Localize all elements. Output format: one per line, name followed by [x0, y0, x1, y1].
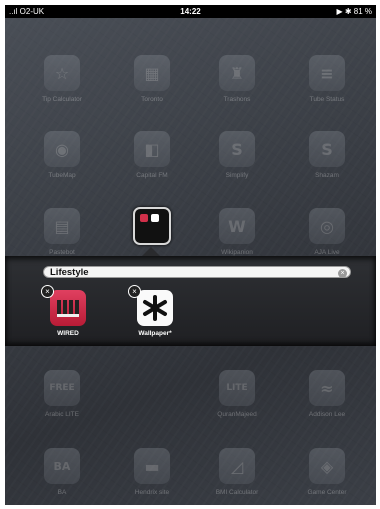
- simplify-icon: S: [219, 131, 255, 167]
- wired-icon: [50, 290, 86, 326]
- app-bmi-calculator[interactable]: ◿ BMI Calculator: [205, 448, 269, 496]
- game-center-icon: ◈: [309, 448, 345, 484]
- pastebot-icon: ▤: [44, 208, 80, 244]
- tube-status-icon: ≡: [309, 55, 345, 91]
- app-aja-live[interactable]: ◎ AJA Live: [295, 208, 359, 256]
- delete-wired-icon[interactable]: ×: [41, 285, 54, 298]
- capital-fm-icon: ◧: [134, 131, 170, 167]
- addison-lee-icon: ≈: [309, 370, 345, 406]
- battery-status: ▶ ✱ 81 %: [336, 7, 372, 16]
- app-tube-status[interactable]: ≡ Tube Status: [295, 55, 359, 103]
- lifestyle-folder-icon[interactable]: [133, 207, 171, 245]
- ipad-home-screen: ..ıl O2-UK 14:22 ▶ ✱ 81 % ☆ Tip Calculat…: [5, 5, 376, 505]
- folder-pointer: [142, 247, 160, 256]
- app-addison-lee[interactable]: ≈ Addison Lee: [295, 370, 359, 418]
- delete-wallpaper-icon[interactable]: ×: [128, 285, 141, 298]
- tip-calculator-icon: ☆: [44, 55, 80, 91]
- bmi-calculator-icon: ◿: [219, 448, 255, 484]
- app-capital-fm[interactable]: ◧ Capital FM: [120, 131, 184, 179]
- trashons-icon: ♜: [219, 55, 255, 91]
- aja-live-icon: ◎: [309, 208, 345, 244]
- app-tip-calculator[interactable]: ☆ Tip Calculator: [30, 55, 94, 103]
- ba-icon: BA: [44, 448, 80, 484]
- app-tubemap[interactable]: ◉ TubeMap: [30, 131, 94, 179]
- app-ba[interactable]: BA BA: [30, 448, 94, 496]
- wikipanion-icon: W: [219, 208, 255, 244]
- arabic-lite-icon: FREE: [44, 370, 80, 406]
- folder-name-field[interactable]: Lifestyle: [43, 266, 351, 278]
- app-shazam[interactable]: S Shazam: [295, 131, 359, 179]
- quranmajeed-icon: LITE: [219, 370, 255, 406]
- app-pastebot[interactable]: ▤ Pastebot: [30, 208, 94, 256]
- toronto-icon: ▦: [134, 55, 170, 91]
- clock: 14:22: [180, 7, 201, 16]
- clear-text-icon[interactable]: ×: [338, 269, 347, 278]
- app-game-center[interactable]: ◈ Game Center: [295, 448, 359, 496]
- app-toronto[interactable]: ▦ Toronto: [120, 55, 184, 103]
- status-bar: ..ıl O2-UK 14:22 ▶ ✱ 81 %: [5, 5, 376, 18]
- app-arabic-lite[interactable]: FREE Arabic LITE: [30, 370, 94, 418]
- app-simplify[interactable]: S Simplify: [205, 131, 269, 179]
- wallpaper-mini-icon: [151, 214, 159, 222]
- app-hendrix-site[interactable]: ▬ Hendrix site: [120, 448, 184, 496]
- app-quranmajeed[interactable]: LITE QuranMajeed: [205, 370, 269, 418]
- tubemap-icon: ◉: [44, 131, 80, 167]
- wired-mini-icon: [140, 214, 148, 222]
- app-wikipanion[interactable]: W Wikipanion: [205, 208, 269, 256]
- hendrix-site-icon: ▬: [134, 448, 170, 484]
- app-trashons[interactable]: ♜ Trashons: [205, 55, 269, 103]
- wallpaper-icon: [137, 290, 173, 326]
- shazam-icon: S: [309, 131, 345, 167]
